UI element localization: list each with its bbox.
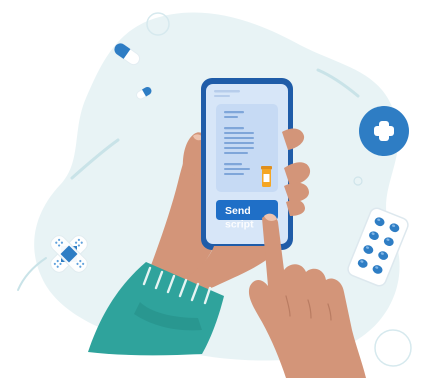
prescription-bottle-icon bbox=[261, 166, 272, 187]
send-button-label-line2: script bbox=[225, 219, 254, 231]
outline-circle-decoration bbox=[374, 329, 412, 367]
medical-plus-icon bbox=[359, 106, 409, 156]
phone-device: Send script bbox=[201, 78, 293, 250]
telehealth-illustration: Send script bbox=[0, 0, 425, 378]
send-button-label-line1: Send bbox=[225, 205, 251, 217]
illustration-canvas: Send script bbox=[17, 12, 412, 378]
